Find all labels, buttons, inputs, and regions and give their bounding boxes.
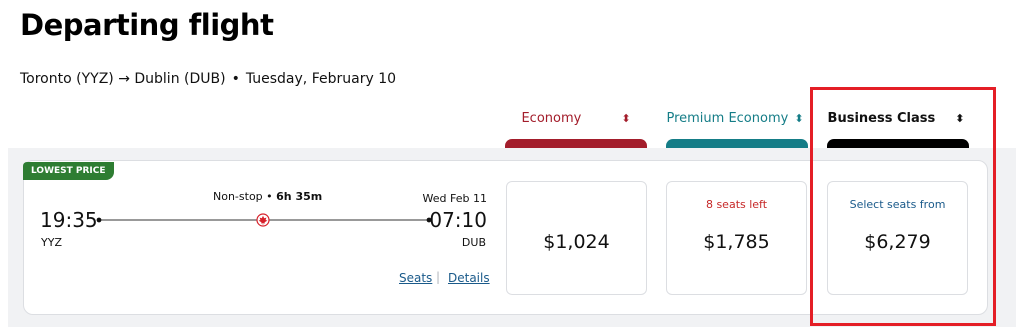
sort-updown-icon[interactable]: ⬍ <box>621 113 630 124</box>
flight-stops-duration: Non-stop • 6h 35m <box>213 190 322 203</box>
page-title: Departing flight <box>20 8 274 42</box>
flight-route-line <box>96 213 432 227</box>
seats-link[interactable]: Seats <box>399 271 432 285</box>
route-text: Toronto (YYZ) → Dublin (DUB) <box>20 71 226 87</box>
column-header-premium-economy[interactable]: Premium Economy ⬍ <box>664 100 806 136</box>
route-separator: • <box>231 71 240 87</box>
seats-left-note: 8 seats left <box>705 198 768 211</box>
departure-airport-code: YYZ <box>41 236 62 249</box>
fare-option-economy[interactable]: $1,024 <box>506 181 647 295</box>
column-label-economy: Economy <box>521 110 582 126</box>
fare-price: $6,279 <box>864 231 931 253</box>
sort-updown-icon[interactable]: ⬍ <box>955 113 964 124</box>
sort-updown-icon[interactable]: ⬍ <box>794 113 803 124</box>
fare-option-business-class[interactable]: Select seats from $6,279 <box>827 181 968 295</box>
links-separator: | <box>436 270 441 284</box>
fare-price: $1,024 <box>543 231 610 253</box>
stops-separator: • <box>266 190 273 203</box>
maple-leaf-icon <box>256 213 270 227</box>
details-link[interactable]: Details <box>448 271 490 285</box>
lowest-price-badge: LOWEST PRICE <box>23 162 114 180</box>
column-label-business-class: Business Class <box>827 110 936 126</box>
arrival-date: Wed Feb 11 <box>422 192 487 205</box>
fare-option-premium-economy[interactable]: 8 seats left $1,785 <box>666 181 807 295</box>
travel-date: Tuesday, February 10 <box>245 71 397 87</box>
fare-price: $1,785 <box>703 231 770 253</box>
column-header-economy[interactable]: Economy ⬍ <box>505 100 647 136</box>
stops-text: Non-stop <box>213 190 263 203</box>
column-label-premium-economy: Premium Economy <box>666 110 789 126</box>
route-summary: Toronto (YYZ) → Dublin (DUB) • Tuesday, Fe… <box>20 71 396 87</box>
destination-dot <box>426 217 432 223</box>
column-header-business-class[interactable]: Business Class ⬍ <box>825 100 967 136</box>
arrival-time: 07:10 <box>429 208 487 232</box>
select-seats-note: Select seats from <box>849 198 946 211</box>
arrival-airport-code: DUB <box>461 236 486 249</box>
departure-time: 19:35 <box>40 208 98 232</box>
origin-dot <box>96 217 102 223</box>
duration-text: 6h 35m <box>276 190 323 203</box>
